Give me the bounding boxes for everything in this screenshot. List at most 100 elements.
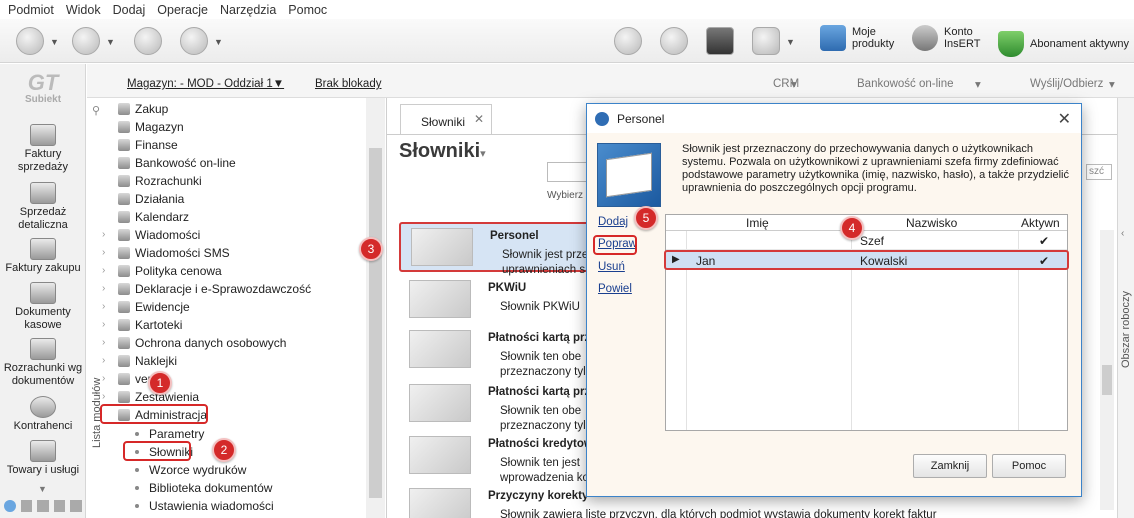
chevron-down-icon[interactable]: ▼ xyxy=(214,37,223,47)
module-item[interactable]: › Ochrona danych osobowych xyxy=(102,334,286,351)
forward-icon[interactable] xyxy=(72,27,100,55)
globe-icon[interactable] xyxy=(660,27,688,55)
sidebar-item-towary[interactable]: Towary i usługi xyxy=(0,440,86,477)
module-item[interactable]: Bankowość on-line xyxy=(102,154,236,171)
chevron-down-icon[interactable]: ▾ xyxy=(480,148,486,160)
chevron-down-icon[interactable]: ▼ xyxy=(50,37,59,47)
scroll-thumb[interactable] xyxy=(1102,365,1112,395)
module-item[interactable]: Magazyn xyxy=(102,118,184,135)
chevron-right-icon[interactable]: › xyxy=(102,265,112,276)
module-item[interactable]: › Kartoteki xyxy=(102,316,182,333)
module-icon xyxy=(118,228,130,241)
scroll-thumb[interactable] xyxy=(369,148,382,498)
chevron-right-icon[interactable]: › xyxy=(102,319,112,330)
close-icon[interactable]: ✕ xyxy=(1058,109,1071,129)
chevron-right-icon[interactable]: › xyxy=(102,373,112,384)
module-item[interactable]: Kalendarz xyxy=(102,208,189,225)
module-label: Magazyn xyxy=(135,119,184,134)
zamknij-button[interactable]: Zamknij xyxy=(913,454,987,478)
menu-podmiot[interactable]: Podmiot xyxy=(8,3,54,17)
module-item[interactable]: Rozrachunki xyxy=(102,172,202,189)
sidebar-item-faktury-sprzedazy[interactable]: Faktury sprzedaży xyxy=(0,124,86,174)
menu-operacje[interactable]: Operacje xyxy=(157,3,208,17)
back-icon[interactable] xyxy=(16,27,44,55)
wyslij-odbierz-button[interactable]: Wyślij/Odbierz xyxy=(1030,78,1103,90)
usun-link[interactable]: Usuń xyxy=(598,261,625,273)
close-icon[interactable]: ✕ xyxy=(474,112,484,126)
stamp-icon[interactable] xyxy=(134,27,162,55)
pin-icon[interactable]: ⚲ xyxy=(92,104,100,117)
sidebar-item-rozrachunki[interactable]: Rozrachunki wg dokumentów xyxy=(0,338,86,388)
stack-icon[interactable] xyxy=(20,500,33,512)
chevron-down-icon[interactable]: ▾ xyxy=(1109,77,1115,91)
sidebar-item-faktury-zakupu[interactable]: Faktury zakupu xyxy=(0,238,86,275)
header-nazwisko[interactable]: Nazwisko xyxy=(906,216,957,230)
moje-produkty-button[interactable]: Moje produkty xyxy=(820,25,894,51)
stack-icon[interactable] xyxy=(53,500,66,512)
module-item[interactable]: › Polityka cenowa xyxy=(102,262,222,279)
search-button[interactable]: szć xyxy=(1086,164,1112,180)
module-item[interactable]: Finanse xyxy=(102,136,178,153)
module-item[interactable]: › Ewidencje xyxy=(102,298,190,315)
module-item[interactable]: Zakup xyxy=(102,100,168,117)
dictionary-icon xyxy=(409,330,471,368)
powiel-link[interactable]: Powiel xyxy=(598,283,632,295)
module-scrollbar[interactable] xyxy=(366,98,385,518)
left-sidebar: GT Subiekt Faktury sprzedaży Sprzedaż de… xyxy=(0,64,86,518)
chevron-right-icon[interactable]: › xyxy=(102,247,112,258)
chevron-down-icon[interactable]: ▼ xyxy=(106,37,115,47)
circle-icon[interactable] xyxy=(4,500,16,512)
sidebar-item-kontrahenci[interactable]: Kontrahenci xyxy=(0,396,86,433)
chevron-right-icon[interactable]: › xyxy=(102,229,112,240)
table-row-selected[interactable]: ▶ Jan Kowalski ✔ xyxy=(664,250,1069,270)
submodule-label: Wzorce wydruków xyxy=(149,462,247,477)
bankowosc-button[interactable]: Bankowość on-line xyxy=(857,78,954,90)
stack-icon[interactable] xyxy=(70,500,82,512)
chevron-right-icon[interactable]: › xyxy=(102,355,112,366)
dodaj-link[interactable]: Dodaj xyxy=(598,216,628,228)
header-aktywny[interactable]: Aktywn xyxy=(1021,216,1060,230)
menu-narzedzia[interactable]: Narzędzia xyxy=(220,3,276,17)
submodule-item[interactable]: Biblioteka dokumentów xyxy=(135,479,272,496)
chevron-down-icon[interactable]: ▼ xyxy=(786,37,795,47)
chevron-right-icon[interactable]: › xyxy=(102,301,112,312)
module-item[interactable]: › Wiadomości xyxy=(102,226,200,243)
konto-insert-button[interactable]: Konto InsERT xyxy=(912,25,980,51)
sidebar-item-sprzedaz-detaliczna[interactable]: Sprzedaż detaliczna xyxy=(0,182,86,232)
module-item[interactable]: › Naklejki xyxy=(102,352,177,369)
content-scrollbar[interactable] xyxy=(1100,230,1114,510)
cube-icon[interactable] xyxy=(706,27,734,55)
menu-widok[interactable]: Widok xyxy=(66,3,101,17)
chevron-right-icon[interactable]: › xyxy=(102,283,112,294)
chevron-right-icon[interactable]: › xyxy=(102,337,112,348)
chevron-right-icon[interactable]: › xyxy=(102,391,112,402)
module-item[interactable]: Działania xyxy=(102,190,184,207)
workspace-rail[interactable]: ‹ Obszar roboczy xyxy=(1117,98,1134,518)
header-imie[interactable]: Imię xyxy=(746,216,769,230)
module-icon xyxy=(118,318,130,331)
stack-icon[interactable] xyxy=(37,500,49,512)
sidebar-item-dokumenty-kasowe[interactable]: Dokumenty kasowe xyxy=(0,282,86,332)
submodule-item[interactable]: Wzorce wydruków xyxy=(135,461,246,478)
cloud-icon[interactable] xyxy=(752,27,780,55)
bullet-icon xyxy=(135,431,139,436)
blokady-link[interactable]: Brak blokady xyxy=(315,78,381,90)
module-item[interactable]: › Wiadomości SMS xyxy=(102,244,230,261)
abonament-button[interactable]: Abonament aktywny xyxy=(998,31,1129,57)
table-row[interactable]: Szef ✔ xyxy=(666,232,1067,250)
chevron-down-icon[interactable]: ▾ xyxy=(791,77,797,91)
help-icon[interactable] xyxy=(180,27,208,55)
loading-icon[interactable] xyxy=(614,27,642,55)
chevron-down-icon[interactable]: ▾ xyxy=(975,77,981,91)
submodule-item[interactable]: Parametry xyxy=(135,425,204,442)
magazyn-selector[interactable]: Magazyn: - MOD - Oddział 1▼ xyxy=(127,78,284,90)
module-item[interactable]: › Deklaracje i e-Sprawozdawczość xyxy=(102,280,311,297)
pomoc-button[interactable]: Pomoc xyxy=(992,454,1066,478)
search-input[interactable] xyxy=(547,162,587,182)
tab-slowniki[interactable]: Słowniki ✕ xyxy=(400,104,492,134)
menu-dodaj[interactable]: Dodaj xyxy=(113,3,146,17)
menu-pomoc[interactable]: Pomoc xyxy=(288,3,327,17)
chevron-left-icon[interactable]: ‹ xyxy=(1121,228,1124,239)
submodule-item[interactable]: Ustawienia wiadomości xyxy=(135,497,274,514)
chevron-down-icon[interactable]: ▼ xyxy=(38,484,47,494)
